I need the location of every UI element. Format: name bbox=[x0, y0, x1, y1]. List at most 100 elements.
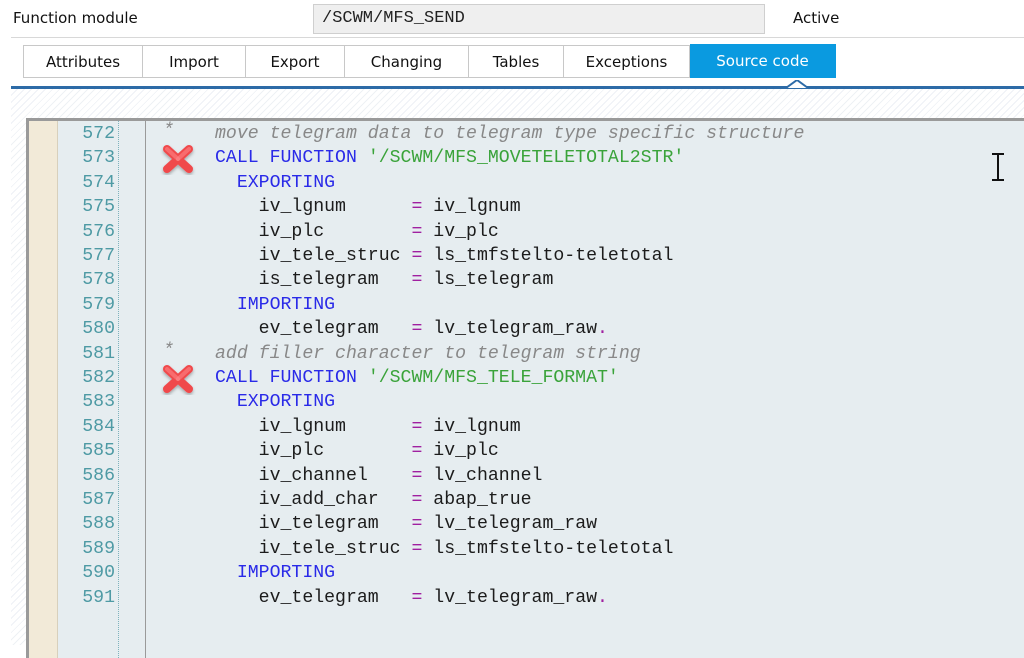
code-token-id: iv_plc bbox=[215, 221, 412, 242]
line-number: 590 bbox=[82, 563, 115, 584]
code-line[interactable]: 573 CALL FUNCTION '/SCWM/MFS_MOVETELETOTA… bbox=[29, 145, 1024, 174]
code-text: iv_tele_struc = ls_tmfstelto-teletotal bbox=[215, 537, 674, 561]
line-number: 580 bbox=[82, 319, 115, 340]
code-line[interactable]: 585 iv_plc = iv_plc bbox=[29, 439, 1024, 463]
code-text: CALL FUNCTION '/SCWM/MFS_MOVETELETOTAL2S… bbox=[215, 146, 684, 170]
code-line[interactable]: 580 ev_telegram = lv_telegram_raw. bbox=[29, 317, 1024, 341]
code-line[interactable]: 578 is_telegram = ls_telegram bbox=[29, 268, 1024, 292]
code-token-id: iv_plc bbox=[215, 441, 412, 462]
code-token-id: iv_lgnum bbox=[215, 197, 412, 218]
status-label: Active bbox=[793, 9, 840, 27]
code-token-id: iv_lgnum bbox=[215, 416, 412, 437]
tab-label: Attributes bbox=[45, 52, 121, 71]
code-text: ev_telegram = lv_telegram_raw. bbox=[215, 317, 608, 341]
tab-label: Changing bbox=[370, 52, 443, 71]
code-line[interactable]: 574 EXPORTING bbox=[29, 171, 1024, 195]
code-line[interactable]: 579 IMPORTING bbox=[29, 293, 1024, 317]
code-token-op: = bbox=[411, 514, 423, 535]
line-number: 584 bbox=[82, 416, 115, 437]
tab-label: Source code bbox=[716, 52, 809, 70]
code-token-str: '/SCWM/MFS_MOVETELETOTAL2STR' bbox=[367, 148, 685, 169]
code-token-id: iv_tele_struc bbox=[215, 538, 412, 559]
code-token-op: = bbox=[411, 490, 423, 510]
code-token-id: iv_lgnum bbox=[422, 197, 521, 218]
line-number: 573 bbox=[82, 148, 115, 169]
tab-underline bbox=[11, 86, 1024, 89]
tab-label: Exceptions bbox=[585, 52, 668, 71]
line-number: 574 bbox=[82, 172, 115, 193]
code-token-id: lv_telegram_raw bbox=[422, 319, 598, 340]
code-text: move telegram data to telegram type spec… bbox=[215, 122, 804, 146]
line-number: 582 bbox=[82, 368, 115, 388]
code-line[interactable]: 577 iv_tele_struc = ls_tmfstelto-teletot… bbox=[29, 244, 1024, 268]
code-line[interactable]: 575 iv_lgnum = iv_lgnum bbox=[29, 195, 1024, 219]
code-line[interactable]: 588 iv_telegram = lv_telegram_raw bbox=[29, 512, 1024, 536]
code-line[interactable]: 586 iv_channel = lv_channel bbox=[29, 464, 1024, 488]
code-token-op: = bbox=[411, 416, 423, 437]
line-number: 585 bbox=[82, 441, 115, 462]
code-line[interactable]: 591 ev_telegram = lv_telegram_raw. bbox=[29, 586, 1024, 610]
tab-tables[interactable]: Tables bbox=[469, 45, 564, 78]
code-token-op: . bbox=[597, 587, 608, 608]
tab-export[interactable]: Export bbox=[246, 45, 345, 78]
comment-marker: * bbox=[163, 121, 174, 141]
code-line[interactable]: 582 CALL FUNCTION '/SCWM/MFS_TELE_FORMAT' bbox=[29, 365, 1024, 393]
code-token-op: = bbox=[411, 465, 423, 486]
line-number: 583 bbox=[82, 392, 115, 413]
code-token-kw: IMPORTING bbox=[215, 294, 336, 315]
code-token-id: ls_tmfstelto-teletotal bbox=[422, 246, 674, 266]
code-token-kw: CALL FUNCTION bbox=[215, 148, 368, 169]
code-token-op: = bbox=[411, 270, 423, 291]
code-text: iv_telegram = lv_telegram_raw bbox=[215, 512, 597, 536]
code-text: iv_lgnum = iv_lgnum bbox=[215, 195, 521, 219]
code-token-op: = bbox=[411, 221, 423, 242]
code-token-kw: EXPORTING bbox=[215, 172, 336, 193]
code-token-op: = bbox=[411, 441, 423, 462]
code-token-str: '/SCWM/MFS_TELE_FORMAT' bbox=[367, 368, 619, 388]
code-line[interactable]: 584 iv_lgnum = iv_lgnum bbox=[29, 415, 1024, 439]
function-module-name-field[interactable]: /SCWM/MFS_SEND bbox=[313, 4, 765, 34]
tab-label: Export bbox=[270, 52, 320, 71]
code-line[interactable]: 576 iv_plc = iv_plc bbox=[29, 220, 1024, 244]
code-text: EXPORTING bbox=[215, 390, 335, 414]
code-text: is_telegram = ls_telegram bbox=[215, 268, 554, 292]
code-token-op: = bbox=[411, 319, 423, 340]
code-text: iv_plc = iv_plc bbox=[215, 220, 499, 244]
source-code-editor[interactable]: 572 * move telegram data to telegram type … bbox=[26, 118, 1024, 658]
code-line[interactable]: 589 iv_tele_struc = ls_tmfstelto-teletot… bbox=[29, 537, 1024, 561]
line-number: 576 bbox=[82, 221, 115, 242]
code-text: iv_add_char = abap_true bbox=[215, 488, 532, 512]
code-token-id: lv_channel bbox=[422, 465, 543, 486]
line-number: 575 bbox=[82, 197, 115, 218]
comment-marker: * bbox=[163, 340, 174, 361]
code-text: IMPORTING bbox=[215, 293, 335, 317]
code-text: iv_tele_struc = ls_tmfstelto-teletotal bbox=[215, 244, 674, 268]
code-token-id: is_telegram bbox=[215, 270, 412, 291]
code-line[interactable]: 590 IMPORTING bbox=[29, 561, 1024, 585]
tab-strip: Attributes Import Export Changing Tables… bbox=[23, 44, 836, 78]
tab-attributes[interactable]: Attributes bbox=[23, 45, 143, 78]
code-token-id: iv_plc bbox=[422, 441, 499, 462]
code-token-id: iv_tele_struc bbox=[215, 246, 412, 266]
code-token-op: = bbox=[411, 197, 423, 218]
code-line[interactable]: 587 iv_add_char = abap_true bbox=[29, 488, 1024, 512]
tab-import[interactable]: Import bbox=[143, 45, 246, 78]
code-text: ev_telegram = lv_telegram_raw. bbox=[215, 586, 608, 610]
line-number: 572 bbox=[82, 124, 115, 144]
line-number: 578 bbox=[82, 270, 115, 291]
header-label: Function module bbox=[13, 9, 138, 27]
code-token-op: . bbox=[597, 319, 608, 340]
text-cursor-ibeam-icon bbox=[991, 153, 1005, 181]
code-token-op: = bbox=[411, 587, 423, 608]
code-token-op: = bbox=[411, 538, 423, 559]
tab-changing[interactable]: Changing bbox=[345, 45, 469, 78]
code-text: iv_channel = lv_channel bbox=[215, 464, 543, 488]
code-token-op: = bbox=[411, 246, 423, 266]
code-token-id: ls_tmfstelto-teletotal bbox=[422, 538, 674, 559]
code-text: iv_plc = iv_plc bbox=[215, 439, 499, 463]
code-line[interactable]: 583 EXPORTING bbox=[29, 390, 1024, 414]
tab-source-code[interactable]: Source code bbox=[690, 44, 836, 78]
code-text: EXPORTING bbox=[215, 171, 335, 195]
code-token-id: iv_add_char bbox=[215, 490, 412, 510]
tab-exceptions[interactable]: Exceptions bbox=[564, 45, 690, 78]
